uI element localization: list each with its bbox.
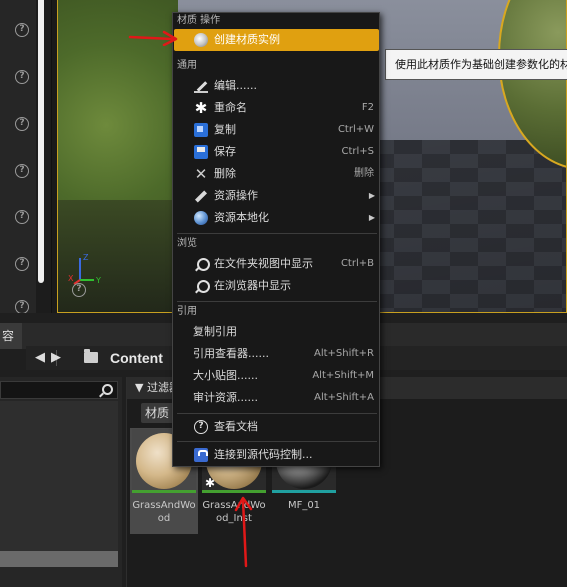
annotation-arrow-up-icon (234, 496, 253, 568)
find-icon (194, 257, 210, 271)
menu-item-size-map[interactable]: 大小贴图...... Alt+Shift+M (174, 365, 379, 387)
help-icon[interactable]: ? (15, 164, 29, 178)
folder-icon (84, 349, 98, 363)
breadcrumb-content[interactable]: Content (110, 346, 163, 370)
search-icon[interactable] (102, 384, 113, 395)
details-panel: ? ? ? ? ? ? ? (0, 0, 52, 314)
help-icon[interactable]: ? (72, 283, 86, 297)
menu-divider (177, 233, 377, 234)
menu-item-label: 重命名 (214, 101, 247, 114)
menu-item-shortcut: Ctrl+B (340, 258, 374, 269)
rename-star-icon: ✱ (194, 99, 208, 117)
menu-item-edit[interactable]: 编辑...... (174, 75, 379, 97)
save-disk-icon (194, 145, 208, 159)
axis-gizmo-icon: Z Y X (68, 253, 101, 285)
wrench-icon (194, 189, 208, 203)
find-icon (194, 279, 210, 293)
help-icon: ? (194, 420, 208, 434)
menu-item-shortcut: Alt+Shift+A (314, 392, 374, 403)
menu-item-label: 编辑...... (214, 79, 257, 92)
asset-name: MF_01 (287, 500, 321, 511)
forward-button[interactable]: ▶ (46, 346, 66, 370)
pencil-icon (194, 79, 208, 93)
menu-item-label: 资源本地化 (214, 211, 269, 224)
section-header-common: 通用 (177, 60, 197, 71)
help-icon[interactable]: ? (15, 117, 29, 131)
menu-item-show-in-folder[interactable]: 在文件夹视图中显示 Ctrl+B (174, 253, 379, 275)
menu-item-shortcut: Ctrl+S (341, 146, 374, 157)
menu-item-rename[interactable]: ✱ 重命名 F2 (174, 97, 379, 119)
menu-item-label: 在文件夹视图中显示 (214, 257, 313, 270)
help-icon[interactable]: ? (15, 300, 29, 314)
menu-item-save[interactable]: 保存 Ctrl+S (174, 141, 379, 163)
menu-item-shortcut: 删除 (354, 168, 374, 179)
menu-item-label: 删除 (214, 167, 236, 180)
menu-item-shortcut: F2 (361, 102, 374, 113)
menu-item-label: 资源操作 (214, 189, 258, 202)
gizmo-y-label: Y (95, 276, 101, 285)
tooltip: 使用此材质作为基础创建参数化的材 (385, 49, 567, 80)
menu-item-view-documentation[interactable]: ? 查看文档 (174, 416, 379, 438)
folder-tree[interactable] (0, 401, 118, 551)
menu-item-connect-source-control[interactable]: 连接到源代码控制... (174, 444, 379, 466)
delete-icon: ✕ (194, 165, 208, 183)
menu-item-create-material-instance[interactable]: 创建材质实例 (174, 29, 379, 51)
menu-item-label: 查看文档 (214, 420, 258, 433)
section-header-browse: 浏览 (177, 238, 197, 249)
folder-tree-selected-row[interactable] (0, 551, 118, 567)
duplicate-icon (194, 123, 208, 137)
help-icon[interactable]: ? (15, 70, 29, 84)
submenu-arrow-icon: ▶ (368, 213, 375, 222)
submenu-arrow-icon: ▶ (368, 191, 375, 200)
menu-item-reference-viewer[interactable]: 引用查看器...... Alt+Shift+R (174, 343, 379, 365)
gizmo-x-label: X (68, 274, 74, 283)
globe-icon (194, 211, 208, 225)
search-input[interactable] (0, 381, 118, 399)
annotation-arrow-right-icon (128, 30, 178, 46)
menu-item-duplicate[interactable]: 复制 Ctrl+W (174, 119, 379, 141)
menu-item-label: 复制引用 (193, 325, 237, 338)
menu-divider (177, 413, 377, 414)
menu-item-label: 在浏览器中显示 (214, 279, 291, 292)
sources-panel (0, 377, 122, 587)
menu-item-label: 保存 (214, 145, 236, 158)
menu-item-label: 大小贴图...... (193, 369, 258, 382)
menu-item-label: 复制 (214, 123, 236, 136)
details-scrollbar[interactable] (38, 0, 44, 283)
help-icon[interactable]: ? (15, 257, 29, 271)
menu-item-label: 连接到源代码控制... (214, 448, 313, 461)
help-icon[interactable]: ? (15, 23, 29, 37)
menu-item-delete[interactable]: ✕ 删除 删除 (174, 163, 379, 185)
asset-context-menu: 材质 操作 创建材质实例 通用 编辑...... ✱ 重命名 F2 复制 Ctr… (172, 12, 380, 467)
menu-item-asset-actions[interactable]: 资源操作 ▶ (174, 185, 379, 207)
menu-divider (177, 441, 377, 442)
menu-item-shortcut: Ctrl+W (337, 124, 374, 135)
menu-item-audit-assets[interactable]: 审计资源...... Alt+Shift+A (174, 387, 379, 409)
menu-item-shortcut: Alt+Shift+M (312, 370, 374, 381)
menu-item-show-in-explorer[interactable]: 在浏览器中显示 (174, 275, 379, 297)
instance-star-icon: ✱ (205, 476, 216, 490)
asset-name: GrassAndWood (132, 500, 196, 524)
content-browser-tab[interactable]: 容 (0, 323, 22, 349)
section-header-material-actions: 材质 操作 (177, 15, 221, 26)
gizmo-z-label: Z (83, 253, 89, 262)
menu-item-label: 引用查看器...... (193, 347, 269, 360)
source-control-icon (194, 448, 208, 462)
menu-item-label: 审计资源...... (193, 391, 258, 404)
menu-item-copy-reference[interactable]: 复制引用 (174, 321, 379, 343)
material-instance-icon (194, 33, 208, 47)
menu-item-localization[interactable]: 资源本地化 ▶ (174, 207, 379, 229)
menu-item-shortcut: Alt+Shift+R (314, 348, 374, 359)
help-icon[interactable]: ? (15, 210, 29, 224)
menu-item-label: 创建材质实例 (214, 33, 280, 46)
menu-divider (177, 301, 377, 302)
section-header-references: 引用 (177, 306, 197, 317)
